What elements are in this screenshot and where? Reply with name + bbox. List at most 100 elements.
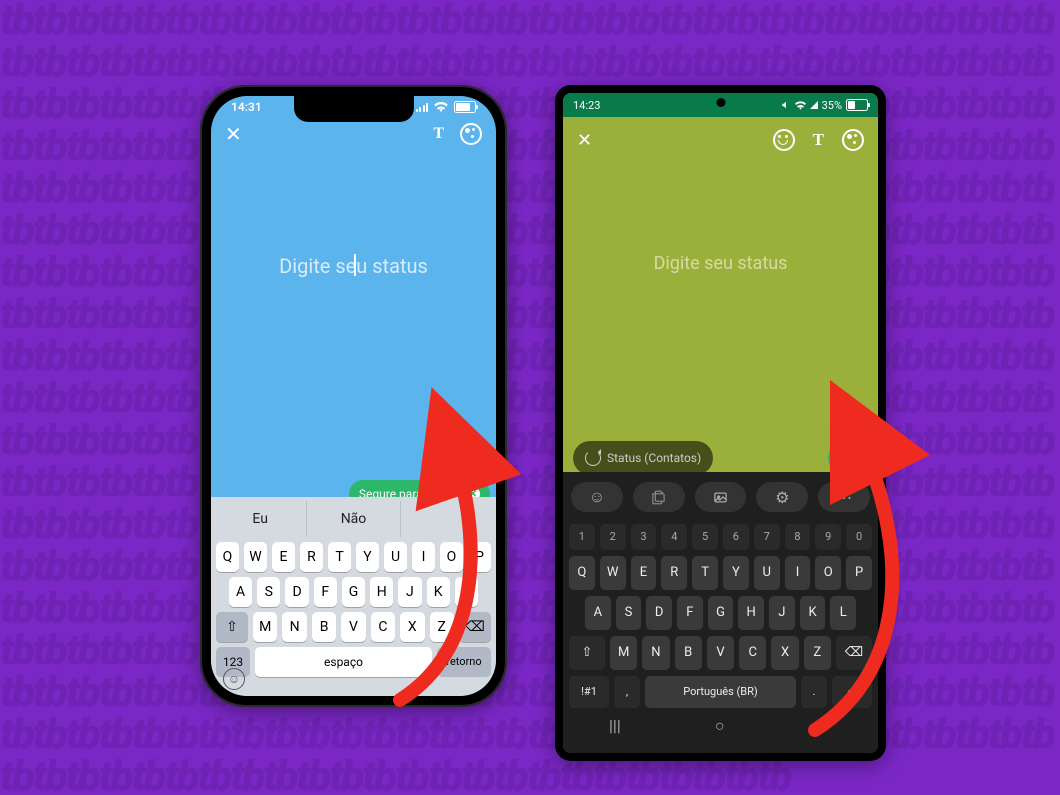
- font-tool[interactable]: T: [433, 125, 444, 143]
- key-l[interactable]: L: [455, 577, 478, 607]
- key-x[interactable]: X: [771, 636, 798, 670]
- key-d[interactable]: D: [285, 577, 308, 607]
- key-h[interactable]: H: [738, 596, 764, 630]
- key-y[interactable]: Y: [723, 556, 749, 590]
- suggestion[interactable]: Eu: [214, 501, 306, 537]
- key-w[interactable]: W: [244, 542, 267, 572]
- key-w[interactable]: W: [600, 556, 626, 590]
- symbols-key[interactable]: !#1: [569, 676, 609, 708]
- android-time: 14:23: [573, 99, 600, 112]
- key-f[interactable]: F: [314, 577, 337, 607]
- key-b[interactable]: B: [312, 612, 336, 642]
- suggestion[interactable]: Não: [306, 501, 400, 537]
- key-1[interactable]: 1: [569, 524, 595, 550]
- key-z[interactable]: Z: [804, 636, 831, 670]
- key-m[interactable]: M: [253, 612, 277, 642]
- key-6[interactable]: 6: [723, 524, 749, 550]
- key-row: ASDFGHJKL: [569, 596, 872, 630]
- key-4[interactable]: 4: [661, 524, 687, 550]
- key-h[interactable]: H: [370, 577, 393, 607]
- key-p[interactable]: P: [468, 542, 491, 572]
- shift-key[interactable]: ⇧: [569, 636, 605, 670]
- key-e[interactable]: E: [272, 542, 295, 572]
- key-y[interactable]: Y: [356, 542, 379, 572]
- key-o[interactable]: O: [440, 542, 463, 572]
- return-key[interactable]: retorno: [437, 647, 491, 677]
- status-editor-toolbar: ✕ T: [563, 117, 878, 163]
- key-k[interactable]: K: [427, 577, 450, 607]
- key-b[interactable]: B: [675, 636, 702, 670]
- clipboard-icon[interactable]: [633, 482, 685, 512]
- space-key[interactable]: espaço: [255, 647, 432, 677]
- period-key[interactable]: .: [801, 676, 827, 708]
- key-7[interactable]: 7: [754, 524, 780, 550]
- key-l[interactable]: L: [830, 596, 856, 630]
- key-3[interactable]: 3: [631, 524, 657, 550]
- key-p[interactable]: P: [846, 556, 872, 590]
- key-row: QWERTYUIOP: [569, 556, 872, 590]
- key-s[interactable]: S: [257, 577, 280, 607]
- settings-icon[interactable]: ⚙: [756, 482, 808, 512]
- font-tool[interactable]: T: [813, 130, 824, 150]
- emoji-icon[interactable]: [773, 129, 795, 151]
- key-n[interactable]: N: [282, 612, 306, 642]
- key-c[interactable]: C: [739, 636, 766, 670]
- key-9[interactable]: 9: [815, 524, 841, 550]
- key-v[interactable]: V: [341, 612, 365, 642]
- shift-key[interactable]: ⇧: [216, 612, 248, 642]
- space-key[interactable]: Português (BR): [645, 676, 796, 708]
- backspace-key[interactable]: ⌫: [459, 612, 491, 642]
- key-j[interactable]: J: [398, 577, 421, 607]
- key-8[interactable]: 8: [785, 524, 811, 550]
- key-r[interactable]: R: [300, 542, 323, 572]
- status-text-input[interactable]: Digite seu status: [211, 154, 496, 278]
- nav-recent[interactable]: |||: [609, 716, 621, 736]
- key-2[interactable]: 2: [600, 524, 626, 550]
- key-a[interactable]: A: [585, 596, 611, 630]
- key-f[interactable]: F: [677, 596, 703, 630]
- suggestion[interactable]: [401, 501, 493, 537]
- key-d[interactable]: D: [646, 596, 672, 630]
- comma-key[interactable]: ,: [614, 676, 640, 708]
- close-button[interactable]: ✕: [577, 130, 592, 151]
- key-i[interactable]: I: [785, 556, 811, 590]
- palette-icon[interactable]: [460, 123, 482, 145]
- key-x[interactable]: X: [400, 612, 424, 642]
- key-q[interactable]: Q: [216, 542, 239, 572]
- key-k[interactable]: K: [800, 596, 826, 630]
- key-a[interactable]: A: [229, 577, 252, 607]
- palette-icon[interactable]: [842, 129, 864, 151]
- key-q[interactable]: Q: [569, 556, 595, 590]
- emoji-picker-icon[interactable]: ☺: [571, 482, 623, 512]
- emoji-keyboard-button[interactable]: ☺: [223, 668, 245, 690]
- key-t[interactable]: T: [692, 556, 718, 590]
- key-z[interactable]: Z: [430, 612, 454, 642]
- key-n[interactable]: N: [642, 636, 669, 670]
- key-g[interactable]: G: [708, 596, 734, 630]
- enter-key[interactable]: ↵: [832, 676, 872, 708]
- key-u[interactable]: U: [384, 542, 407, 572]
- key-i[interactable]: I: [412, 542, 435, 572]
- gif-icon[interactable]: [695, 482, 747, 512]
- key-e[interactable]: E: [631, 556, 657, 590]
- keyboard-toolbar: ☺ ⚙ ⋯: [569, 478, 872, 518]
- key-m[interactable]: M: [610, 636, 637, 670]
- close-button[interactable]: ✕: [225, 122, 242, 146]
- key-u[interactable]: U: [754, 556, 780, 590]
- key-v[interactable]: V: [707, 636, 734, 670]
- backspace-key[interactable]: ⌫: [836, 636, 872, 670]
- keyboard-collapse-icon[interactable]: ⌄: [819, 716, 832, 736]
- key-o[interactable]: O: [815, 556, 841, 590]
- key-c[interactable]: C: [371, 612, 395, 642]
- key-t[interactable]: T: [328, 542, 351, 572]
- key-5[interactable]: 5: [692, 524, 718, 550]
- key-0[interactable]: 0: [846, 524, 872, 550]
- more-icon[interactable]: ⋯: [818, 482, 870, 512]
- audience-pill[interactable]: Status (Contatos): [573, 441, 713, 475]
- key-j[interactable]: J: [769, 596, 795, 630]
- nav-home[interactable]: ○: [715, 716, 725, 736]
- key-r[interactable]: R: [661, 556, 687, 590]
- ios-status-icons: [416, 101, 477, 113]
- key-g[interactable]: G: [342, 577, 365, 607]
- key-s[interactable]: S: [616, 596, 642, 630]
